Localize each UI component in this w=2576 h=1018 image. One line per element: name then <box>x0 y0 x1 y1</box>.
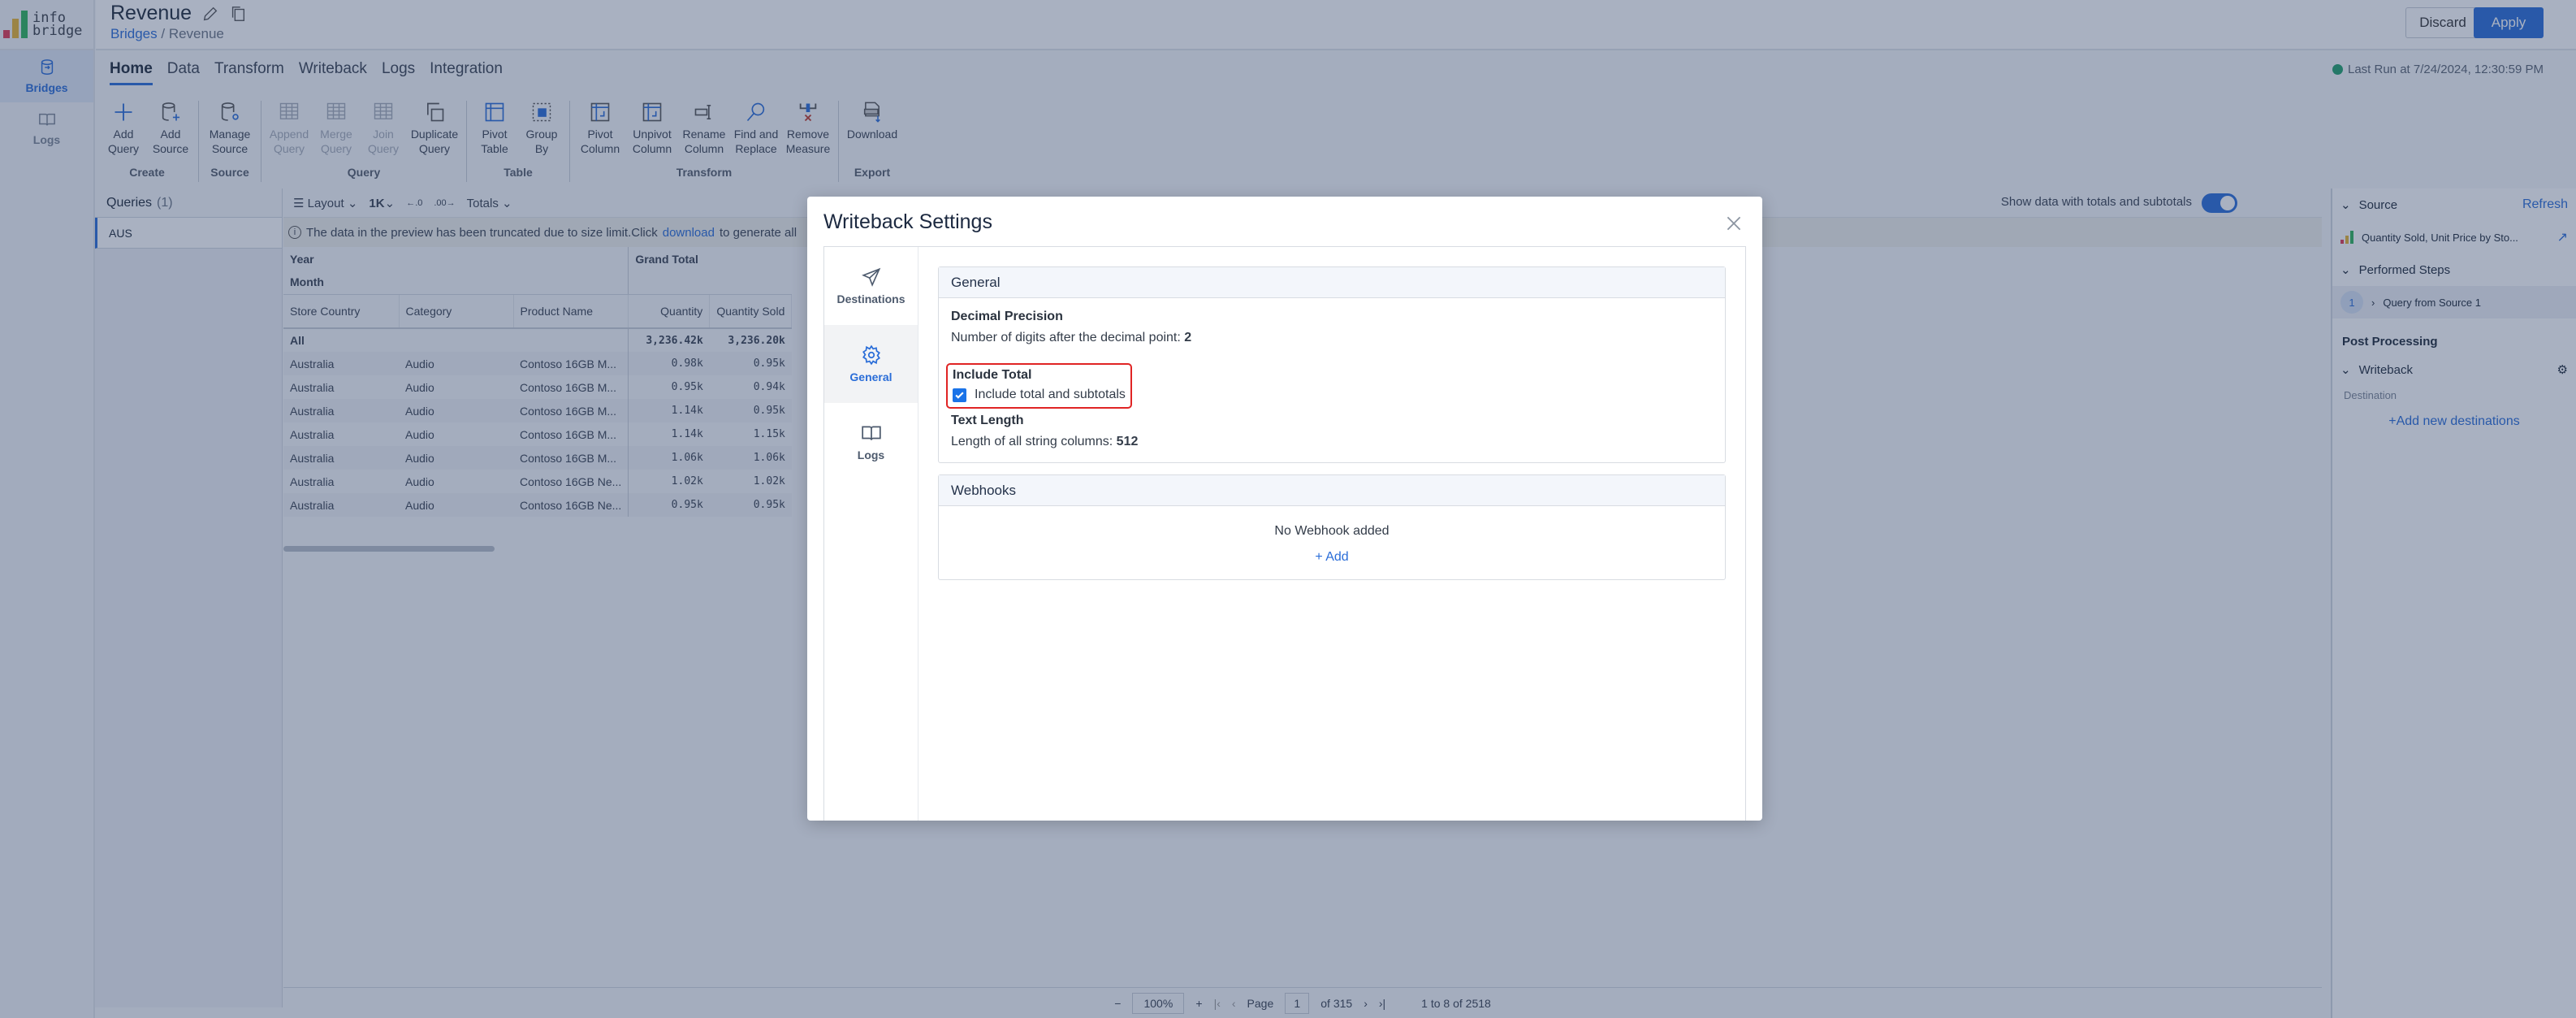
include-total-checkbox[interactable] <box>953 388 966 402</box>
webhooks-empty-text: No Webhook added <box>1274 524 1390 538</box>
text-length-title: Text Length <box>951 414 1024 427</box>
writeback-settings-modal: Writeback Settings Destinations General … <box>807 197 1762 821</box>
add-webhook-button[interactable]: + Add <box>939 550 1725 579</box>
webhooks-card-header: Webhooks <box>939 475 1725 506</box>
send-icon <box>861 267 880 287</box>
modal-tab-destinations[interactable]: Destinations <box>824 247 918 325</box>
include-total-highlight: Include Total Include total and subtotal… <box>946 363 1132 409</box>
modal-title: Writeback Settings <box>823 210 992 233</box>
book-icon <box>861 426 881 440</box>
modal-tab-logs[interactable]: Logs <box>824 403 918 481</box>
decimal-precision-title: Decimal Precision <box>951 310 1063 323</box>
checkmark-icon <box>955 391 964 399</box>
modal-content: General Decimal Precision Number of digi… <box>918 247 1745 821</box>
include-total-title: Include Total <box>953 368 1032 382</box>
decimal-precision-value: 2 <box>1184 331 1192 344</box>
decimal-precision-text: Number of digits after the decimal point… <box>951 331 1192 344</box>
gear-icon <box>862 344 880 366</box>
include-total-checkbox-row[interactable]: Include total and subtotals <box>953 388 1126 402</box>
general-card-header: General <box>939 267 1725 298</box>
modal-sidebar: Destinations General Logs <box>824 247 918 821</box>
close-icon[interactable] <box>1723 213 1744 234</box>
general-card: General Decimal Precision Number of digi… <box>938 266 1726 463</box>
text-length-text: Length of all string columns: 512 <box>951 435 1139 448</box>
webhooks-card: Webhooks No Webhook added + Add <box>938 474 1726 580</box>
modal-tab-general[interactable]: General <box>824 325 918 403</box>
text-length-value: 512 <box>1116 435 1139 448</box>
